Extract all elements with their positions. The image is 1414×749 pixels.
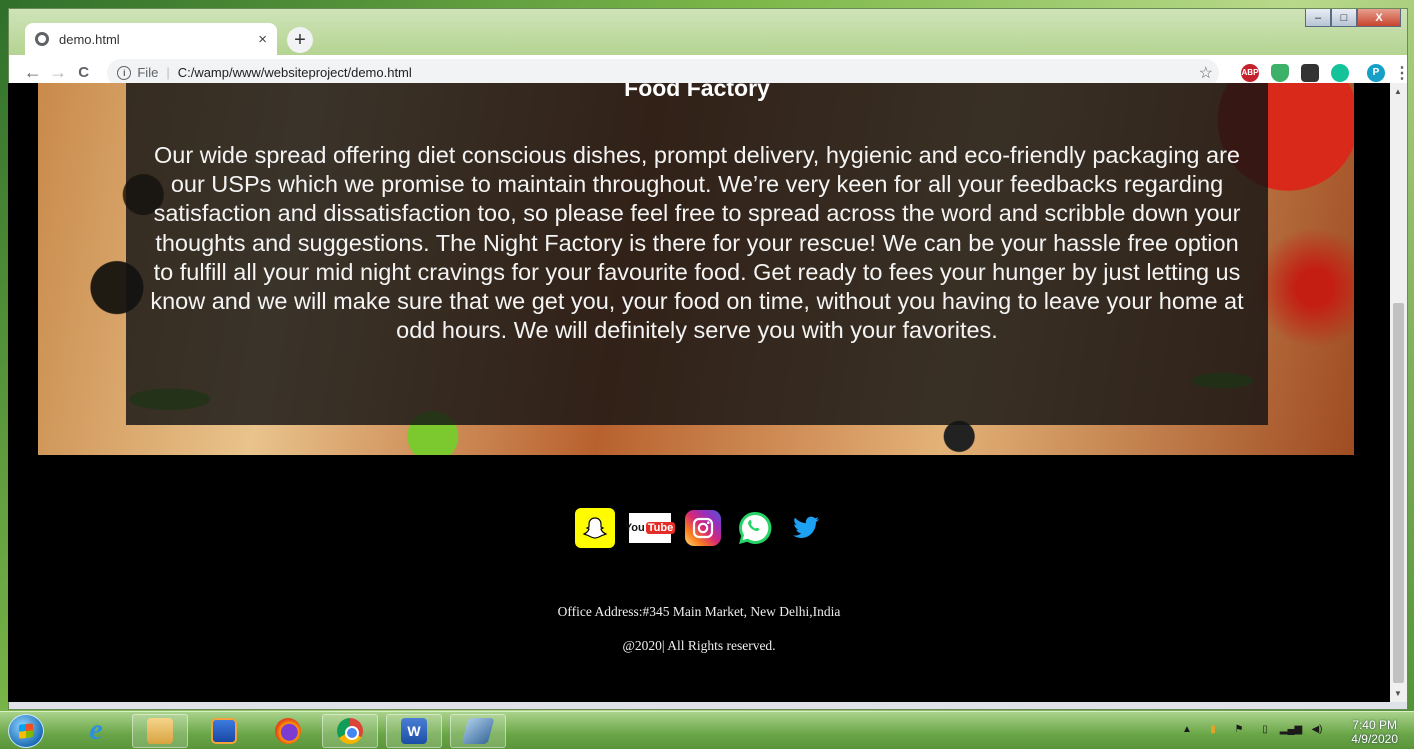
globe-icon bbox=[35, 32, 49, 46]
scrollbar-thumb[interactable] bbox=[1393, 303, 1404, 683]
url-text[interactable]: C:/wamp/www/websiteproject/demo.html bbox=[178, 65, 412, 80]
taskbar-firefox[interactable] bbox=[260, 714, 316, 748]
tab-title: demo.html bbox=[59, 31, 120, 47]
browser-menu-icon[interactable]: ⋮ bbox=[1394, 64, 1410, 82]
show-hidden-icons-icon[interactable]: ▲ bbox=[1180, 722, 1194, 736]
system-tray: ▲ ▮ ⚑ ▯ ▂▄▆ ◀) bbox=[1180, 722, 1324, 736]
youtube-tube-text: Tube bbox=[645, 522, 676, 534]
clock-date: 4/9/2020 bbox=[1351, 732, 1398, 746]
word-icon: W bbox=[401, 718, 427, 744]
footer-address: Office Address:#345 Main Market, New Del… bbox=[557, 604, 841, 619]
page-viewport: Food Factory Our wide spread offering di… bbox=[8, 83, 1390, 702]
instagram-icon[interactable] bbox=[685, 510, 721, 546]
flag-icon[interactable]: ⚑ bbox=[1232, 722, 1246, 736]
url-separator: | bbox=[166, 65, 170, 80]
clock-time: 7:40 PM bbox=[1352, 718, 1397, 732]
scroll-down-arrow-icon[interactable]: ▼ bbox=[1394, 689, 1402, 698]
battery-icon[interactable]: ▯ bbox=[1258, 722, 1272, 736]
taskbar-explorer[interactable] bbox=[132, 714, 188, 748]
network-bars-icon[interactable]: ▮ bbox=[1206, 722, 1220, 736]
bookmark-star-icon[interactable]: ☆ bbox=[1199, 63, 1213, 83]
hero-title: Food Factory bbox=[624, 83, 770, 101]
page-scrollbar[interactable]: ▲ ▼ bbox=[1390, 83, 1407, 702]
close-window-button[interactable]: X bbox=[1357, 9, 1401, 27]
internet-explorer-icon: e bbox=[89, 713, 103, 746]
tab-close-button[interactable]: × bbox=[258, 31, 267, 48]
incognito-extension-icon[interactable] bbox=[1300, 63, 1319, 82]
shield-extension-icon[interactable] bbox=[1270, 63, 1289, 82]
youtube-you-text: You bbox=[624, 522, 645, 534]
taskbar-clock[interactable]: 7:40 PM 4/9/2020 bbox=[1351, 718, 1398, 746]
hero-overlay: Food Factory Our wide spread offering di… bbox=[126, 83, 1268, 425]
snapchat-icon[interactable] bbox=[575, 508, 615, 548]
youtube-icon[interactable]: You Tube bbox=[625, 513, 676, 543]
scroll-up-arrow-icon[interactable]: ▲ bbox=[1394, 87, 1402, 96]
folder-icon bbox=[147, 718, 173, 744]
adblock-extension-icon[interactable]: ABP bbox=[1240, 63, 1259, 82]
tab-demo[interactable]: demo.html × bbox=[25, 23, 277, 55]
taskbar-word[interactable]: W bbox=[386, 714, 442, 748]
start-button[interactable] bbox=[8, 714, 44, 748]
hero-banner: Food Factory Our wide spread offering di… bbox=[38, 83, 1354, 455]
tab-bar: demo.html × + – □ X bbox=[9, 9, 1407, 55]
volume-icon[interactable]: ◀) bbox=[1310, 722, 1324, 736]
signal-icon[interactable]: ▂▄▆ bbox=[1280, 722, 1302, 736]
hero-paragraph: Our wide spread offering diet conscious … bbox=[150, 142, 1244, 344]
minimize-button[interactable]: – bbox=[1305, 9, 1331, 27]
profile-avatar[interactable]: P bbox=[1366, 63, 1385, 82]
chrome-icon bbox=[337, 718, 363, 744]
footer-copyright: @2020| All Rights reserved. bbox=[622, 638, 776, 653]
firefox-icon bbox=[275, 718, 301, 744]
twitter-icon[interactable] bbox=[789, 508, 823, 548]
reload-button[interactable]: C bbox=[72, 64, 95, 81]
new-tab-button[interactable]: + bbox=[287, 27, 313, 53]
info-icon[interactable]: i bbox=[117, 65, 132, 80]
social-links: You Tube bbox=[8, 508, 1390, 548]
maximize-button[interactable]: □ bbox=[1331, 9, 1357, 27]
whatsapp-icon[interactable] bbox=[735, 508, 775, 548]
taskbar-media-player[interactable] bbox=[196, 714, 252, 748]
taskbar-chrome[interactable] bbox=[322, 714, 378, 748]
app-icon bbox=[461, 718, 495, 744]
taskbar-ie[interactable]: e bbox=[68, 714, 124, 748]
file-label: File bbox=[137, 65, 159, 80]
window-controls: – □ X bbox=[1305, 9, 1401, 29]
windows-taskbar: e W ▲ ▮ ⚑ ▯ ▂▄▆ ◀) 7:40 PM 4/9/2020 bbox=[0, 711, 1414, 749]
grammarly-extension-icon[interactable] bbox=[1330, 63, 1349, 82]
back-button[interactable]: ← bbox=[21, 62, 44, 83]
media-player-icon bbox=[211, 718, 237, 744]
forward-button[interactable]: → bbox=[46, 62, 69, 83]
taskbar-other-app[interactable] bbox=[450, 714, 506, 748]
